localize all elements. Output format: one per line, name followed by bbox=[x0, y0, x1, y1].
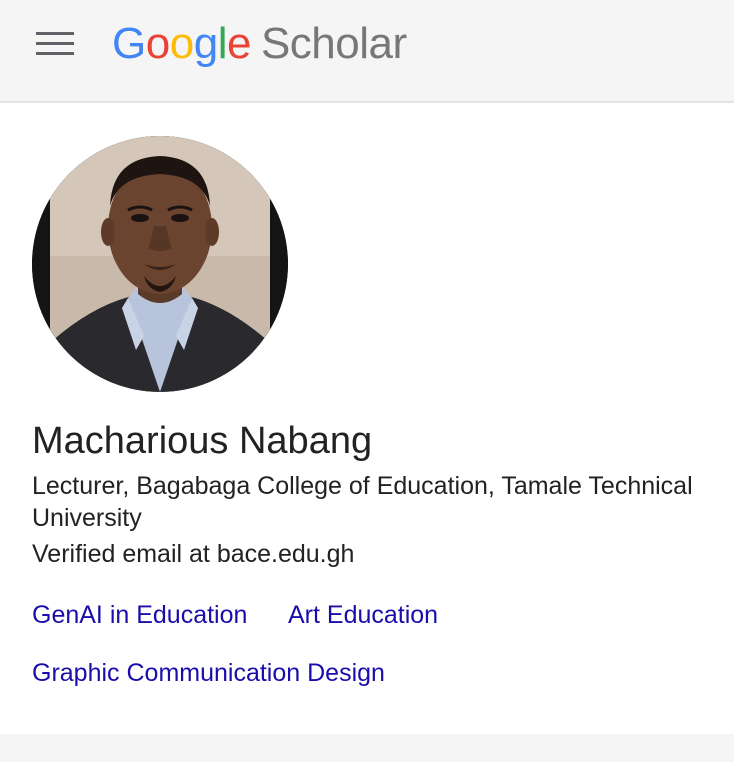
interest-link-art-education[interactable]: Art Education bbox=[288, 599, 438, 631]
interest-link-genai-in-education[interactable]: GenAI in Education bbox=[32, 599, 247, 631]
hamburger-menu-icon[interactable] bbox=[30, 26, 80, 62]
profile-affiliation: Lecturer, Bagabaga College of Education,… bbox=[32, 472, 693, 532]
interest-link-graphic-communication-design[interactable]: Graphic Communication Design bbox=[32, 657, 385, 689]
footer-divider bbox=[0, 734, 734, 762]
avatar bbox=[32, 136, 288, 392]
logo-letter: l bbox=[217, 19, 228, 68]
profile-photo bbox=[32, 136, 288, 392]
profile-name: Macharious Nabang bbox=[32, 420, 373, 462]
header-bar: Google Scholar bbox=[0, 0, 734, 103]
logo-letter: G bbox=[112, 19, 146, 68]
verified-email: Verified email at bace.edu.gh bbox=[32, 540, 355, 568]
logo-product-name: Scholar bbox=[260, 19, 407, 68]
google-scholar-logo[interactable]: Google Scholar bbox=[112, 14, 407, 74]
logo-letter: g bbox=[193, 19, 218, 68]
logo-letter: o bbox=[169, 19, 194, 68]
logo-letter: e bbox=[226, 19, 251, 68]
logo-letter: o bbox=[145, 19, 170, 68]
